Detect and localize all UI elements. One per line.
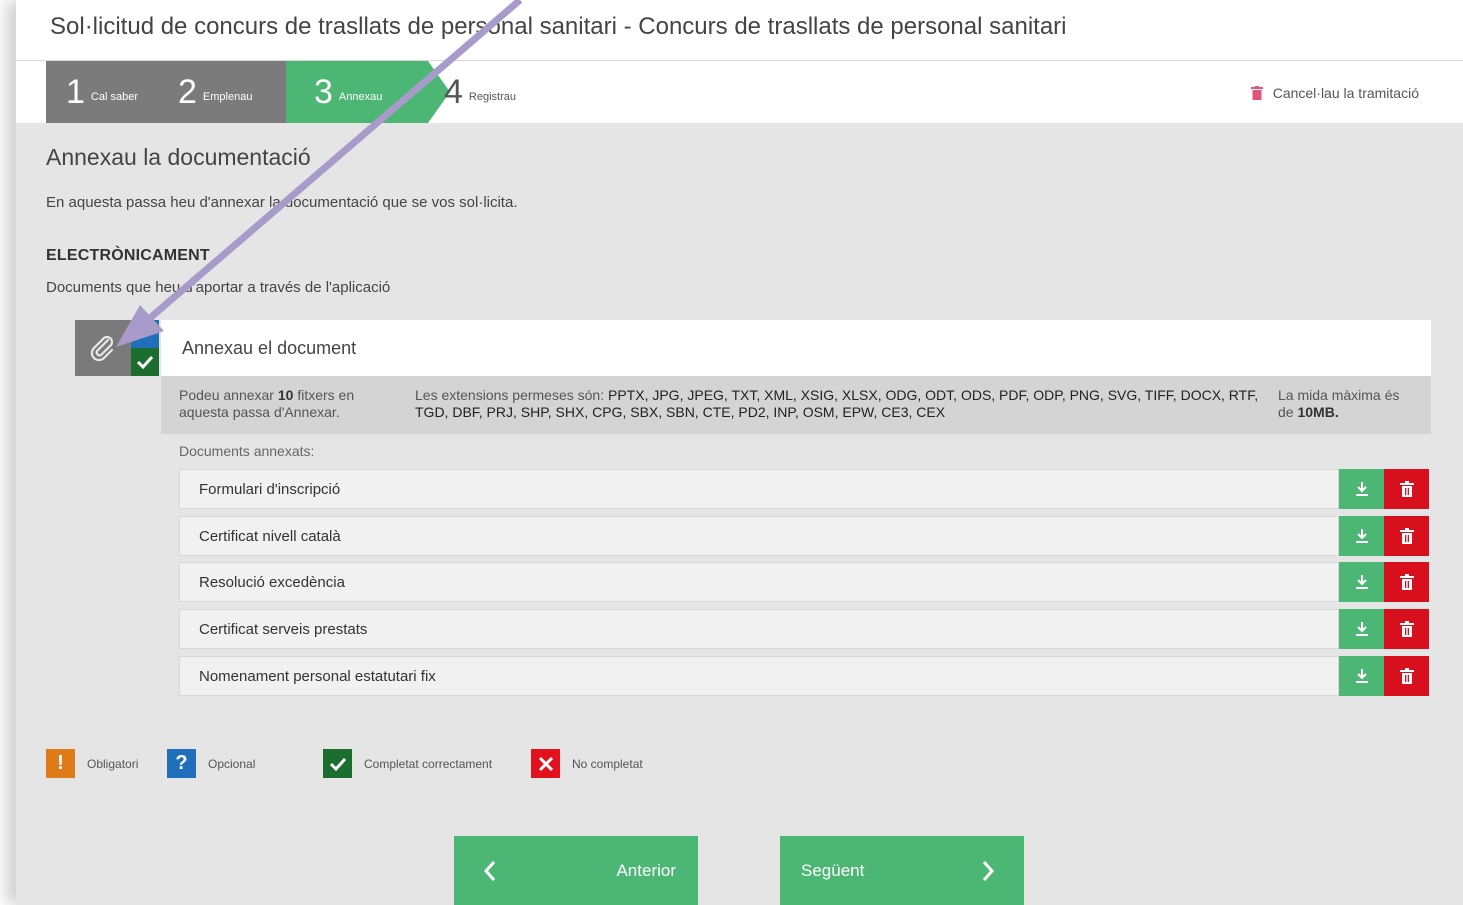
max-size-info: La mida màxima és de 10MB. (1278, 387, 1418, 421)
files-count-info: Podeu annexar 10 fitxers en aquesta pass… (179, 387, 399, 421)
previous-button[interactable]: Anterior (454, 836, 698, 905)
step-number: 2 (178, 72, 197, 111)
delete-button[interactable] (1384, 656, 1429, 696)
step-number: 3 (314, 72, 333, 111)
title-bar: Sol·licitud de concurs de trasllats de p… (16, 0, 1463, 61)
file-name: Formulari d'inscripció (199, 480, 341, 498)
legend-label: Opcional (208, 756, 256, 771)
download-icon (1355, 529, 1368, 543)
step-label: Registrau (468, 91, 516, 103)
list-item: Certificat nivell català (179, 516, 1339, 556)
check-icon (136, 355, 154, 370)
file-name: Resolució excedència (199, 573, 345, 591)
legend-item-optional: ? Opcional (167, 749, 255, 778)
chevron-right-icon (982, 860, 995, 881)
info-badge (131, 320, 159, 348)
download-button[interactable] (1339, 656, 1384, 696)
step-label: Cal saber (90, 91, 138, 103)
files-count-pre: Podeu annexar (179, 387, 274, 403)
chevron-left-icon (483, 860, 496, 881)
legend-item-completed: Completat correctament (323, 749, 492, 778)
step-3[interactable]: 3 Annexau (286, 61, 428, 123)
download-button[interactable] (1339, 609, 1384, 649)
check-icon (323, 749, 352, 778)
legend: ! Obligatori ? Opcional Completat correc… (46, 749, 946, 779)
trash-icon (1399, 481, 1414, 497)
max-size: 10MB. (1297, 404, 1339, 420)
step-number: 1 (66, 72, 85, 111)
trash-icon (1399, 528, 1414, 544)
trash-icon (1399, 621, 1414, 637)
list-item: Certificat serveis prestats (179, 609, 1339, 649)
download-button[interactable] (1339, 562, 1384, 602)
previous-label: Anterior (616, 860, 676, 880)
trash-icon (1250, 86, 1263, 100)
document-header-label: Annexau el document (182, 337, 357, 358)
delete-button[interactable] (1384, 469, 1429, 509)
question-icon: ? (167, 749, 196, 778)
attach-button[interactable] (75, 320, 131, 376)
legend-label: Obligatori (87, 756, 139, 771)
list-item: Resolució excedència (179, 562, 1339, 602)
download-button[interactable] (1339, 469, 1384, 509)
cross-icon (531, 749, 560, 778)
file-name: Certificat nivell català (199, 527, 341, 545)
download-icon (1355, 575, 1368, 589)
list-item: Formulari d'inscripció (179, 469, 1339, 509)
electronic-heading: ELECTRÒNICAMENT (46, 247, 210, 264)
app-frame: Sol·licitud de concurs de trasllats de p… (16, 0, 1463, 905)
delete-button[interactable] (1384, 516, 1429, 556)
step-2[interactable]: 2 Emplenau (164, 61, 300, 123)
delete-button[interactable] (1384, 562, 1429, 602)
page-title: Sol·licitud de concurs de trasllats de p… (50, 13, 1067, 40)
step-label: Annexau (338, 91, 383, 103)
annexed-label: Documents annexats: (179, 443, 315, 459)
cancel-processing-link[interactable]: Cancel·lau la tramitació (1250, 85, 1419, 101)
paperclip-icon (90, 335, 114, 362)
download-icon (1355, 482, 1368, 496)
delete-button[interactable] (1384, 609, 1429, 649)
document-info: Podeu annexar 10 fitxers en aquesta pass… (161, 376, 1431, 434)
list-item: Nomenament personal estatutari fix (179, 656, 1339, 696)
file-name: Certificat serveis prestats (199, 620, 368, 638)
step-progress: 1 Cal saber 2 Emplenau 3 Annexau 4 Regis… (16, 61, 1463, 123)
completed-badge (131, 348, 159, 376)
trash-icon (1399, 668, 1414, 684)
trash-icon (1399, 574, 1414, 590)
next-button[interactable]: Següent (780, 836, 1024, 905)
document-header: Annexau el document (161, 320, 1431, 376)
electronic-subtitle: Documents que heu d'aportar a través de … (46, 279, 391, 296)
exclamation-icon: ! (46, 749, 75, 778)
extensions-pre: Les extensions permeses són: (415, 387, 605, 403)
extensions-info: Les extensions permeses són: PPTX, JPG, … (415, 387, 1265, 421)
section-intro: En aquesta passa heu d'annexar la docume… (46, 194, 518, 211)
step-4[interactable]: 4 Registrau (444, 61, 564, 123)
cancel-label: Cancel·lau la tramitació (1272, 85, 1419, 101)
step-number: 4 (444, 72, 463, 111)
download-icon (1355, 622, 1368, 636)
legend-label: No completat (572, 756, 643, 771)
file-name: Nomenament personal estatutari fix (199, 667, 436, 685)
files-count: 10 (277, 387, 294, 403)
step-label: Emplenau (202, 91, 253, 103)
download-icon (1355, 669, 1368, 683)
legend-label: Completat correctament (364, 756, 493, 771)
legend-item-not-completed: No completat (531, 749, 643, 778)
status-badges (131, 320, 159, 376)
download-button[interactable] (1339, 516, 1384, 556)
next-label: Següent (801, 860, 865, 880)
section-title: Annexau la documentació (46, 144, 311, 170)
legend-item-required: ! Obligatori (46, 749, 138, 778)
